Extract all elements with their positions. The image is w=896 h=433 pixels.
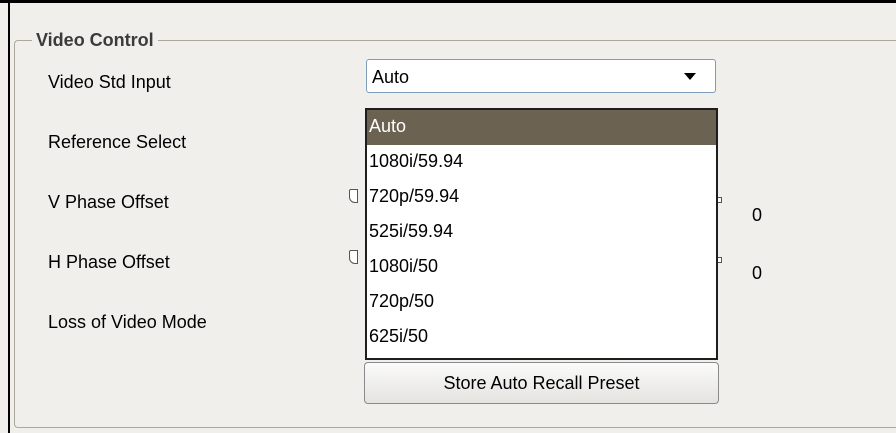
v-phase-offset-value: 0 bbox=[752, 205, 763, 225]
reference-select-label: Reference Select bbox=[48, 132, 187, 152]
dropdown-option-525i-59-94[interactable]: 525i/59.94 bbox=[367, 215, 716, 250]
loss-of-video-mode-label: Loss of Video Mode bbox=[48, 312, 207, 332]
v-phase-offset-slider-thumb[interactable] bbox=[349, 189, 358, 203]
video-std-dropdown-list: Auto 1080i/59.94 720p/59.94 525i/59.94 1… bbox=[365, 108, 718, 360]
store-auto-recall-preset-button[interactable]: Store Auto Recall Preset bbox=[364, 362, 719, 404]
dropdown-option-1080i-59-94[interactable]: 1080i/59.94 bbox=[367, 145, 716, 180]
h-phase-offset-label: H Phase Offset bbox=[48, 252, 170, 272]
dropdown-option-1080i-50[interactable]: 1080i/50 bbox=[367, 250, 716, 285]
v-phase-offset-label: V Phase Offset bbox=[48, 192, 169, 212]
dropdown-option-720p-50[interactable]: 720p/50 bbox=[367, 285, 716, 320]
dropdown-option-720p-59-94[interactable]: 720p/59.94 bbox=[367, 180, 716, 215]
h-phase-offset-value: 0 bbox=[752, 263, 763, 283]
chevron-down-icon[interactable] bbox=[684, 73, 696, 80]
group-title: Video Control bbox=[32, 30, 158, 50]
video-std-input-label: Video Std Input bbox=[48, 72, 171, 92]
dropdown-option-625i-50[interactable]: 625i/50 bbox=[367, 320, 716, 355]
h-phase-offset-slider-thumb[interactable] bbox=[349, 250, 358, 264]
dropdown-option-auto[interactable]: Auto bbox=[367, 110, 716, 145]
combo-selected-value: Auto bbox=[372, 67, 410, 87]
video-std-input-combo[interactable]: Auto bbox=[366, 59, 716, 93]
